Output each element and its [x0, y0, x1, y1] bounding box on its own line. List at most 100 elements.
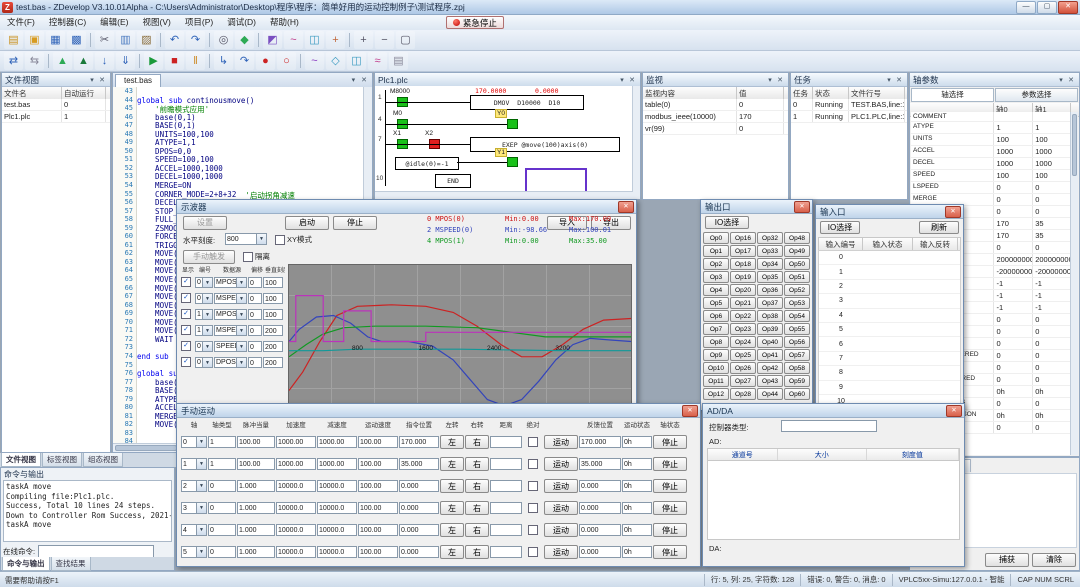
stop-button[interactable]: 停止	[653, 523, 687, 537]
axis-tab-1[interactable]: 参数选择	[995, 88, 1078, 102]
axis-param-row[interactable]: LSPEED00	[911, 182, 1071, 194]
full-screen-icon[interactable]: ▢	[396, 31, 415, 49]
output-button-Op0[interactable]: Op0	[703, 232, 729, 244]
output-button-Op56[interactable]: Op56	[784, 336, 810, 348]
axis-param-row[interactable]: COMMENT	[911, 112, 1071, 122]
absolute-checkbox[interactable]	[523, 459, 543, 469]
accel-input[interactable]: 10000.0	[276, 546, 316, 558]
output-button-Op32[interactable]: Op32	[757, 232, 783, 244]
crystal-tool-icon[interactable]: ◩	[263, 31, 282, 49]
console-tab-0[interactable]: 命令与输出	[2, 557, 50, 571]
watch-row[interactable]: modbus_ieee(10000)170	[643, 111, 788, 123]
axis-type-input[interactable]: 1	[208, 436, 236, 448]
accel-input[interactable]: 10000.0	[276, 502, 316, 514]
undo-icon[interactable]: ↶	[165, 31, 184, 49]
compile-icon[interactable]: ▲	[53, 52, 72, 70]
output-button-Op23[interactable]: Op23	[730, 323, 756, 335]
menu-controller[interactable]: 控制器(C)	[42, 17, 93, 27]
close-icon[interactable]: ✕	[627, 76, 637, 84]
scope-start-button[interactable]: 启动	[285, 216, 329, 230]
jog-right-button[interactable]: 右	[465, 545, 489, 559]
scope-tool-icon[interactable]: ~	[284, 31, 303, 49]
output-button-Op44[interactable]: Op44	[757, 388, 783, 400]
close-icon[interactable]: ✕	[946, 405, 962, 417]
output-button-Op53[interactable]: Op53	[784, 297, 810, 309]
file-row[interactable]: Plc1.plc1	[2, 111, 110, 123]
absolute-checkbox[interactable]	[523, 547, 543, 557]
scope-window-icon[interactable]: ~	[305, 52, 324, 70]
axis-select[interactable]: 2▼	[181, 480, 207, 492]
pin-icon[interactable]: ▾	[765, 76, 775, 84]
task-row[interactable]: 1RunningPLC1.PLC,line:1	[791, 111, 907, 123]
output-button-Op58[interactable]: Op58	[784, 362, 810, 374]
output-button-Op3[interactable]: Op3	[703, 271, 729, 283]
accel-input[interactable]: 1000.00	[276, 436, 316, 448]
output-button-Op2[interactable]: Op2	[703, 258, 729, 270]
input-refresh-button[interactable]: 刷新	[919, 221, 959, 234]
offset-input[interactable]: 0	[248, 309, 262, 320]
axis-select[interactable]: 0▼	[181, 436, 207, 448]
axis-type-input[interactable]: 0	[208, 502, 236, 514]
close-icon[interactable]: ✕	[618, 201, 634, 213]
axis-param-row[interactable]: ATYPE11	[911, 122, 1071, 134]
output-button-Op17[interactable]: Op17	[730, 245, 756, 257]
run-icon[interactable]: ▶	[144, 52, 163, 70]
distance-input[interactable]	[490, 436, 522, 448]
io-tool-icon[interactable]: ◫	[305, 31, 324, 49]
channel-checkbox[interactable]: ✓	[181, 357, 194, 367]
step-into-icon[interactable]: ↳	[214, 52, 233, 70]
window-list-icon[interactable]: ▾	[350, 77, 358, 84]
output-button-Op41[interactable]: Op41	[757, 349, 783, 361]
decel-input[interactable]: 10000.0	[317, 480, 357, 492]
close-document-icon[interactable]: ✕	[359, 77, 369, 84]
paste-icon[interactable]: ▨	[137, 31, 156, 49]
data-source-select[interactable]: MPOS▼	[214, 277, 247, 288]
output-button-Op19[interactable]: Op19	[730, 271, 756, 283]
offset-input[interactable]: 0	[248, 341, 262, 352]
close-icon[interactable]: ✕	[945, 206, 961, 218]
menu-help[interactable]: 帮助(H)	[263, 17, 306, 27]
capture-button[interactable]: 捕获	[985, 553, 1029, 567]
find-icon[interactable]: ◎	[214, 31, 233, 49]
view-tab-1[interactable]: 标签视图	[42, 453, 82, 467]
connect-icon[interactable]: ⇄	[4, 52, 23, 70]
download-rom-icon[interactable]: ⇓	[116, 52, 135, 70]
move-button[interactable]: 运动	[544, 457, 578, 471]
output-button-Op9[interactable]: Op9	[703, 349, 729, 361]
data-source-select[interactable]: MPOS▼	[214, 309, 247, 320]
output-button-Op59[interactable]: Op59	[784, 375, 810, 387]
speed-input[interactable]: 100.00	[358, 458, 398, 470]
output-button-Op11[interactable]: Op11	[703, 375, 729, 387]
menu-project[interactable]: 项目(P)	[178, 17, 220, 27]
axis-type-input[interactable]: 1	[208, 458, 236, 470]
copy-icon[interactable]: ▥	[116, 31, 135, 49]
axis-select[interactable]: 4▼	[181, 524, 207, 536]
units-input[interactable]: 1.000	[237, 524, 275, 536]
register-window-icon[interactable]: ▤	[389, 52, 408, 70]
move-button[interactable]: 运动	[544, 545, 578, 559]
channel-checkbox[interactable]: ✓	[181, 325, 194, 335]
channel-checkbox[interactable]: ✓	[181, 341, 194, 351]
close-button[interactable]: ✕	[1058, 1, 1078, 14]
compile-all-icon[interactable]: ▲	[74, 52, 93, 70]
output-button-Op8[interactable]: Op8	[703, 336, 729, 348]
isolate-checkbox[interactable]: 隔离	[243, 251, 270, 262]
axis-param-row[interactable]: DECEL10001000	[911, 158, 1071, 170]
decel-input[interactable]: 10000.0	[317, 524, 357, 536]
ad-channel-list[interactable]	[707, 460, 960, 540]
pin-icon[interactable]: ▾	[617, 76, 627, 84]
output-button-Op5[interactable]: Op5	[703, 297, 729, 309]
clear-button[interactable]: 清除	[1032, 553, 1076, 567]
output-button-Op49[interactable]: Op49	[784, 245, 810, 257]
jog-right-button[interactable]: 右	[465, 523, 489, 537]
output-button-Op21[interactable]: Op21	[730, 297, 756, 309]
axis-param-row[interactable]: ACCEL10001000	[911, 146, 1071, 158]
zoom-out-icon[interactable]: −	[375, 31, 394, 49]
dmov-block[interactable]: DMOV D10000 D10	[470, 95, 584, 110]
output-button-Op40[interactable]: Op40	[757, 336, 783, 348]
stop-button[interactable]: 停止	[653, 457, 687, 471]
stop-run-icon[interactable]: ■	[165, 52, 184, 70]
absolute-checkbox[interactable]	[523, 437, 543, 447]
dpos-input[interactable]: 0.000	[399, 546, 439, 558]
channel-checkbox[interactable]: ✓	[181, 309, 194, 319]
